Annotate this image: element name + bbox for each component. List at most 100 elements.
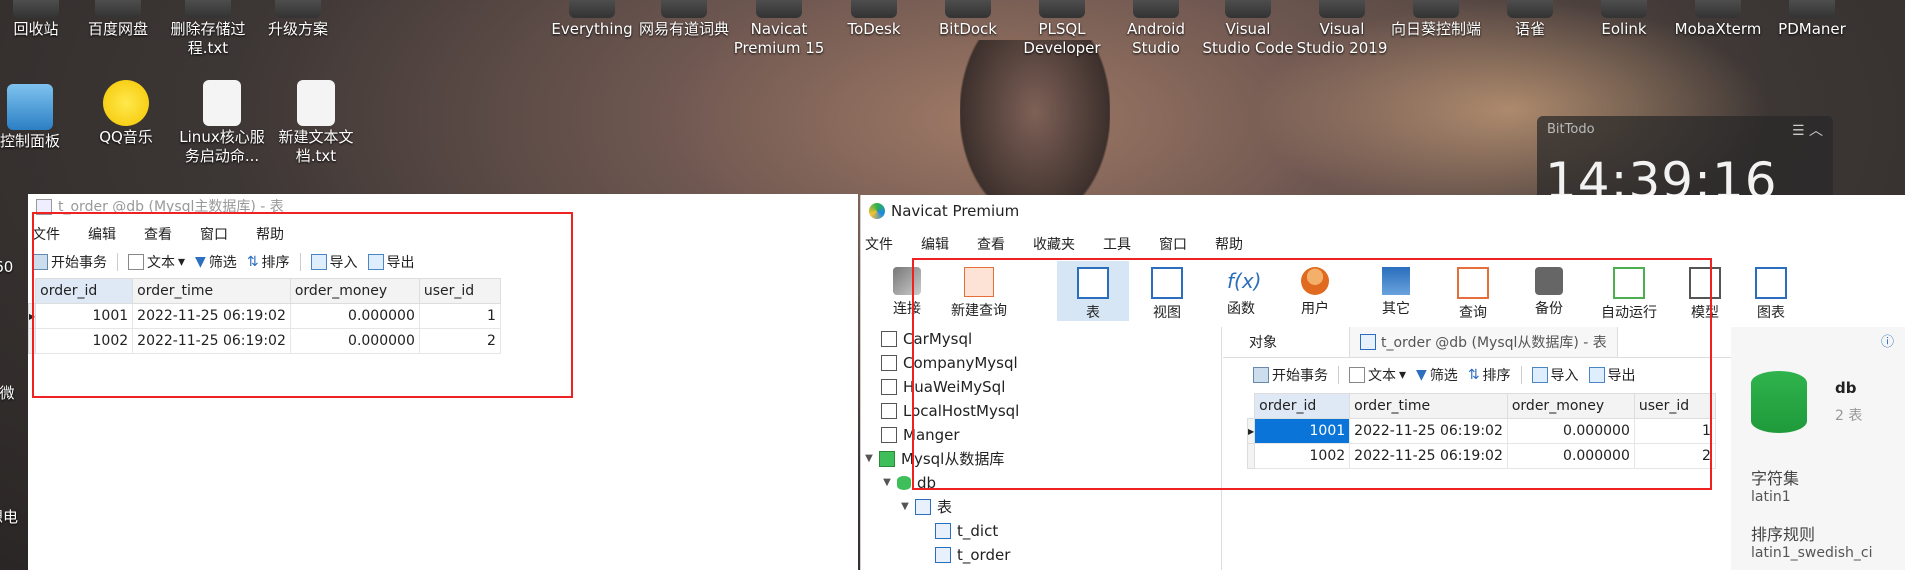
- desktop-icon[interactable]: Eolink: [1576, 0, 1672, 39]
- toolbar-table[interactable]: 表: [1057, 261, 1129, 321]
- desktop-icon[interactable]: 语雀: [1482, 0, 1578, 39]
- menu-item-help[interactable]: 帮助: [1215, 234, 1257, 254]
- cell[interactable]: 2022-11-25 06:19:02: [132, 303, 291, 329]
- tree-item-connection[interactable]: LocalHostMysql: [861, 399, 1221, 423]
- cell[interactable]: 1: [418, 303, 501, 329]
- desktop-icon[interactable]: Visual Studio Code: [1200, 0, 1296, 58]
- column-header[interactable]: order_time: [1349, 393, 1508, 419]
- sort-button[interactable]: ⇅ 排序: [1468, 365, 1511, 385]
- export-button[interactable]: 导出: [1588, 365, 1636, 385]
- tab-objects[interactable]: 对象: [1223, 332, 1349, 352]
- desktop-icon-qq-music[interactable]: QQ音乐: [78, 80, 174, 147]
- desktop-icon[interactable]: Everything: [544, 0, 640, 39]
- begin-transaction-button[interactable]: 开始事务: [32, 252, 107, 272]
- window-titlebar[interactable]: t_order @db (Mysql主数据库) - 表: [28, 194, 858, 220]
- column-header[interactable]: user_id: [418, 278, 501, 304]
- tab-t-order[interactable]: t_order @db (Mysql从数据库) - 表: [1349, 327, 1618, 357]
- menu-item-edit[interactable]: 编辑: [921, 234, 963, 254]
- column-header[interactable]: order_money: [1506, 393, 1635, 419]
- cell[interactable]: 1: [1633, 418, 1716, 444]
- desktop-icon[interactable]: Android Studio: [1108, 0, 1204, 58]
- chevron-down-icon[interactable]: ▼: [899, 495, 911, 519]
- window-titlebar[interactable]: Navicat Premium: [861, 195, 1905, 227]
- desktop-icon-linux-txt[interactable]: Linux核心服务启动命...: [174, 80, 270, 166]
- table-row[interactable]: ▶ 1001 2022-11-25 06:19:02 0.000000 1: [1246, 418, 1716, 444]
- desktop-icon[interactable]: PDManer: [1764, 0, 1860, 39]
- tree-item-tables-folder[interactable]: ▼ 表: [861, 495, 1221, 519]
- begin-transaction-button[interactable]: 开始事务: [1253, 365, 1328, 385]
- desktop-icon[interactable]: ToDesk: [826, 0, 922, 39]
- column-header[interactable]: order_id: [1254, 393, 1351, 419]
- table-row[interactable]: 1002 2022-11-25 06:19:02 0.000000 2: [1246, 443, 1716, 469]
- desktop-icon[interactable]: 删除存储过程.txt: [160, 0, 256, 58]
- menu-item-file[interactable]: 文件: [865, 234, 907, 254]
- toolbar-automation[interactable]: 自动运行: [1587, 261, 1671, 321]
- column-header[interactable]: user_id: [1633, 393, 1716, 419]
- cell[interactable]: 2: [418, 328, 501, 354]
- cell[interactable]: 1002: [1254, 443, 1351, 469]
- cell[interactable]: 2022-11-25 06:19:02: [1349, 418, 1508, 444]
- column-header[interactable]: order_money: [289, 278, 420, 304]
- filter-button[interactable]: ▼ 筛选: [1416, 365, 1458, 385]
- pane-divider[interactable]: [1221, 327, 1222, 570]
- menu-item-view[interactable]: 查看: [144, 224, 186, 244]
- cell[interactable]: 0.000000: [1506, 418, 1635, 444]
- tree-item-connection[interactable]: CarMysql: [861, 327, 1221, 351]
- menu-item-tools[interactable]: 工具: [1103, 234, 1145, 254]
- filter-button[interactable]: ▼ 筛选: [195, 252, 237, 272]
- cell-selected[interactable]: 1001: [1254, 418, 1351, 444]
- toolbar-chart[interactable]: 图表: [1739, 261, 1803, 321]
- text-button[interactable]: 文本 ▾: [128, 252, 185, 272]
- desktop-icon[interactable]: 升级方案: [250, 0, 346, 39]
- export-button[interactable]: 导出: [367, 252, 415, 272]
- column-header[interactable]: order_time: [132, 278, 291, 304]
- desktop-icon[interactable]: 向日葵控制端: [1388, 0, 1484, 39]
- desktop-icon-control-panel[interactable]: 控制面板: [0, 84, 78, 151]
- menu-item-view[interactable]: 查看: [977, 234, 1019, 254]
- desktop-icon[interactable]: 百度网盘: [70, 0, 166, 39]
- chevron-down-icon[interactable]: ▼: [863, 447, 875, 471]
- menu-item-help[interactable]: 帮助: [256, 224, 298, 244]
- desktop-icon-new-txt[interactable]: 新建文本文档.txt: [268, 80, 364, 166]
- toolbar-user[interactable]: 用户: [1279, 261, 1351, 321]
- toolbar-backup[interactable]: 备份: [1513, 261, 1585, 321]
- import-button[interactable]: 导入: [1531, 365, 1579, 385]
- tree-item-connection[interactable]: HuaWeiMySql: [861, 375, 1221, 399]
- tree-item-connection[interactable]: CompanyMysql: [861, 351, 1221, 375]
- desktop-icon[interactable]: Navicat Premium 15: [731, 0, 827, 58]
- desktop-icon[interactable]: Visual Studio 2019: [1294, 0, 1390, 58]
- menu-item-window[interactable]: 窗口: [1159, 234, 1201, 254]
- cell[interactable]: 1002: [35, 328, 134, 354]
- tree-item-connection[interactable]: Manger: [861, 423, 1221, 447]
- toolbar-view[interactable]: 视图: [1131, 261, 1203, 321]
- table-row[interactable]: ▶ 1001 2022-11-25 06:19:02 0.000000 1: [27, 303, 501, 329]
- tree-item-table[interactable]: t_order: [861, 543, 1221, 567]
- cell[interactable]: 0.000000: [289, 303, 420, 329]
- tree-item-connection-open[interactable]: ▼ Mysql从数据库: [861, 447, 1221, 471]
- toolbar-function[interactable]: f(x) 函数: [1205, 261, 1277, 321]
- desktop-icon[interactable]: PLSQL Developer: [1014, 0, 1110, 58]
- table-row[interactable]: 1002 2022-11-25 06:19:02 0.000000 2: [27, 328, 501, 354]
- menu-item-favorites[interactable]: 收藏夹: [1033, 234, 1089, 254]
- info-icon[interactable]: ⓘ: [1881, 331, 1894, 350]
- column-header[interactable]: order_id: [35, 278, 134, 304]
- chevron-down-icon[interactable]: ▼: [881, 471, 893, 495]
- toolbar-model[interactable]: 模型: [1673, 261, 1737, 321]
- cell[interactable]: 0.000000: [289, 328, 420, 354]
- menu-item-file[interactable]: 文件: [32, 224, 74, 244]
- sort-button[interactable]: ⇅ 排序: [247, 252, 290, 272]
- bittodo-menu-icon[interactable]: ☰ ︿: [1792, 120, 1823, 140]
- import-button[interactable]: 导入: [310, 252, 358, 272]
- desktop-icon[interactable]: BitDock: [920, 0, 1016, 39]
- desktop-icon[interactable]: MobaXterm: [1670, 0, 1766, 39]
- cell[interactable]: 2: [1633, 443, 1716, 469]
- menu-item-edit[interactable]: 编辑: [88, 224, 130, 244]
- cell[interactable]: 0.000000: [1506, 443, 1635, 469]
- desktop-icon[interactable]: 网易有道词典: [636, 0, 732, 39]
- menu-item-window[interactable]: 窗口: [200, 224, 242, 244]
- toolbar-new-query[interactable]: 新建查询: [941, 261, 1017, 321]
- cell[interactable]: 2022-11-25 06:19:02: [1349, 443, 1508, 469]
- toolbar-query[interactable]: 查询: [1437, 261, 1509, 321]
- cell[interactable]: 1001: [35, 303, 134, 329]
- tree-item-table[interactable]: t_dict: [861, 519, 1221, 543]
